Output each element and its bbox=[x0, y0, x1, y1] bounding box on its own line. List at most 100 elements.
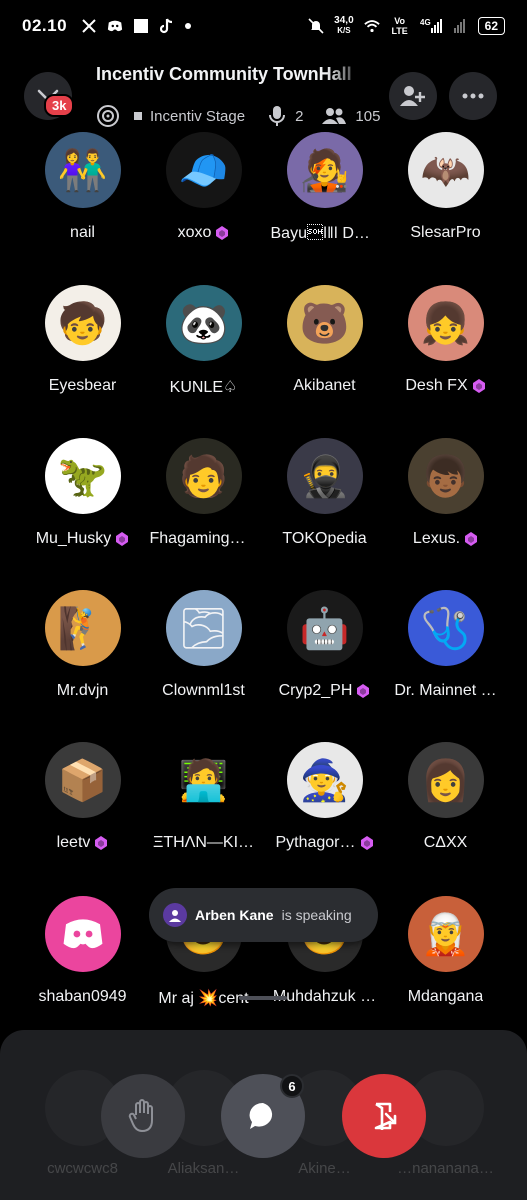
participant-tile[interactable]: 🧑‍💻 ΞTHΛN—KI… bbox=[143, 742, 264, 852]
participant-tile[interactable]: 🦖 Mu_Husky bbox=[22, 438, 143, 548]
participant-tile[interactable]: 🩺 Dr. Mainnet … bbox=[385, 590, 506, 700]
participant-tile[interactable]: 👩 CΔXX bbox=[385, 742, 506, 852]
participant-name: Dr. Mainnet … bbox=[394, 682, 497, 699]
x-app-icon bbox=[81, 18, 97, 34]
participant-name: KUNLE♤ bbox=[169, 379, 238, 396]
nitro-boost-icon bbox=[215, 225, 229, 241]
tiktok-icon bbox=[159, 18, 175, 34]
participant-name: leetv bbox=[56, 834, 91, 851]
panel-drag-handle[interactable] bbox=[239, 996, 287, 1000]
participant-name: Cryp2_PH bbox=[278, 682, 353, 699]
participant-name-row: TOKOpedia bbox=[264, 530, 385, 548]
participant-tile[interactable]: 🧑‍🎤 Bayuǀǁǀ DeS… bbox=[264, 132, 385, 243]
participant-tile[interactable]: 🧢 xoxo bbox=[143, 132, 264, 242]
avatar-image: 📦 bbox=[57, 758, 108, 803]
net-speed-value: 34,0 bbox=[334, 15, 354, 26]
speaker-name: Arben Kane bbox=[195, 907, 274, 923]
participant-tile[interactable]: 📦 leetv bbox=[22, 742, 143, 852]
more-options-button[interactable] bbox=[449, 72, 497, 120]
participant-tile[interactable]: 🧙 Pythagor… bbox=[264, 742, 385, 852]
participant-tile[interactable]: 👦🏾 Lexus. bbox=[385, 438, 506, 548]
volte-indicator: Vo LTE bbox=[391, 16, 408, 36]
avatar-image: 🦖 bbox=[57, 454, 108, 499]
nitro-boost-icon bbox=[472, 378, 486, 394]
participant-name-row: Dr. Mainnet … bbox=[385, 682, 506, 700]
participant-name-row: Fhagaming™… bbox=[143, 530, 264, 548]
participant-name: nail bbox=[70, 224, 95, 241]
participant-name-row: Eyesbear bbox=[22, 377, 143, 395]
avatar: 🧑 bbox=[165, 438, 242, 514]
participant-name: Pythagor… bbox=[275, 834, 356, 851]
system-icons: 34,0 K/S Vo LTE 4G 62 bbox=[308, 16, 505, 36]
avatar-image: 🧗 bbox=[57, 606, 108, 651]
participant-tile[interactable]: 🌫 Clownml1st bbox=[143, 590, 264, 700]
avatar: 🧑‍💻 bbox=[165, 742, 242, 818]
invite-button[interactable] bbox=[389, 72, 437, 120]
participant-tile[interactable]: 🧒 Eyesbear bbox=[22, 285, 143, 395]
signal-icon: 4G bbox=[420, 18, 442, 34]
avatar: 🧑‍🎤 bbox=[286, 132, 363, 208]
avatar-image: 🧑 bbox=[178, 454, 229, 499]
square-app-icon bbox=[133, 18, 149, 34]
avatar-image: 🧝 bbox=[420, 912, 471, 957]
participant-tile[interactable]: 🤖 Cryp2_PH bbox=[264, 590, 385, 700]
leave-stage-button[interactable] bbox=[342, 1074, 426, 1158]
more-notifications-dot bbox=[185, 23, 192, 29]
avatar-image: 🐼 bbox=[178, 301, 229, 346]
participant-name: cwcwcwc8 bbox=[47, 1160, 118, 1177]
speaker-avatar bbox=[163, 903, 187, 927]
participant-name-row: Desh FX bbox=[385, 377, 506, 395]
notification-icons bbox=[81, 18, 192, 34]
participant-name: Akine… bbox=[298, 1160, 351, 1177]
participant-name-row: ΞTHΛN—KI… bbox=[143, 834, 264, 852]
hand-icon bbox=[128, 1099, 153, 1132]
speaking-text: is speaking bbox=[281, 907, 352, 923]
avatar-image: 🦇 bbox=[420, 148, 471, 193]
participant-tile[interactable]: 🧑 Fhagaming™… bbox=[143, 438, 264, 548]
participant-name: Aliaksan… bbox=[167, 1160, 240, 1177]
participant-tile[interactable]: 👧 Desh FX bbox=[385, 285, 506, 395]
participant-tile[interactable]: 🐻 Akibanet bbox=[264, 285, 385, 395]
participant-name: Lexus. bbox=[412, 530, 461, 547]
speaker-count: 2 bbox=[295, 107, 304, 125]
discord-logo-icon bbox=[63, 919, 102, 949]
participant-name-row: Mdangana bbox=[385, 988, 506, 1006]
participant-name: Desh FX bbox=[405, 377, 468, 394]
avatar: 🌫 bbox=[165, 590, 242, 666]
participant-tile[interactable]: 🥷 TOKOpedia bbox=[264, 438, 385, 548]
avatar-image: 🤖 bbox=[299, 606, 350, 651]
avatar: 🐻 bbox=[286, 285, 363, 361]
speaking-toast: Arben Kane is speaking bbox=[149, 888, 378, 942]
participant-name: TOKOpedia bbox=[282, 530, 367, 547]
participant-name: SlesarPro bbox=[410, 224, 481, 241]
battery-indicator: 62 bbox=[477, 17, 505, 35]
avatar: 🩺 bbox=[407, 590, 484, 666]
participant-tile[interactable]: 🐼 KUNLE♤ bbox=[143, 285, 264, 397]
stage-bullet-icon bbox=[134, 112, 142, 120]
participant-name: Mr.dvjn bbox=[56, 682, 109, 699]
avatar: 🥷 bbox=[286, 438, 363, 514]
avatar-image: 🌫 bbox=[178, 606, 229, 651]
avatar: 👫 bbox=[44, 132, 121, 208]
participant-name-row: SlesarPro bbox=[385, 224, 506, 242]
avatar: 🦇 bbox=[407, 132, 484, 208]
listener-count: 105 bbox=[355, 107, 381, 125]
avatar bbox=[44, 896, 121, 972]
participant-tile[interactable]: 🧗 Mr.dvjn bbox=[22, 590, 143, 700]
participant-tile[interactable]: 🧝 Mdangana bbox=[385, 896, 506, 1006]
participant-tile[interactable]: shaban0949 bbox=[22, 896, 143, 1006]
participant-name-row: Clownml1st bbox=[143, 682, 264, 700]
participant-tile[interactable]: 🦇 SlesarPro bbox=[385, 132, 506, 242]
listeners-icon bbox=[322, 108, 347, 124]
participant-tile[interactable]: 👫 nail bbox=[22, 132, 143, 242]
avatar: 🧙 bbox=[286, 742, 363, 818]
participant-name: Mu_Husky bbox=[35, 530, 112, 547]
participant-name: Fhagaming™… bbox=[149, 530, 258, 547]
raise-hand-button[interactable] bbox=[101, 1074, 185, 1158]
participant-name-row: xoxo bbox=[143, 224, 264, 242]
participant-name: shaban0949 bbox=[38, 988, 127, 1005]
stage-subtitle: Incentiv Stage 2 105 bbox=[96, 104, 380, 128]
participant-name: xoxo bbox=[177, 224, 212, 241]
add-user-icon bbox=[400, 86, 425, 106]
avatar-image: 🧑‍💻 bbox=[178, 758, 229, 803]
